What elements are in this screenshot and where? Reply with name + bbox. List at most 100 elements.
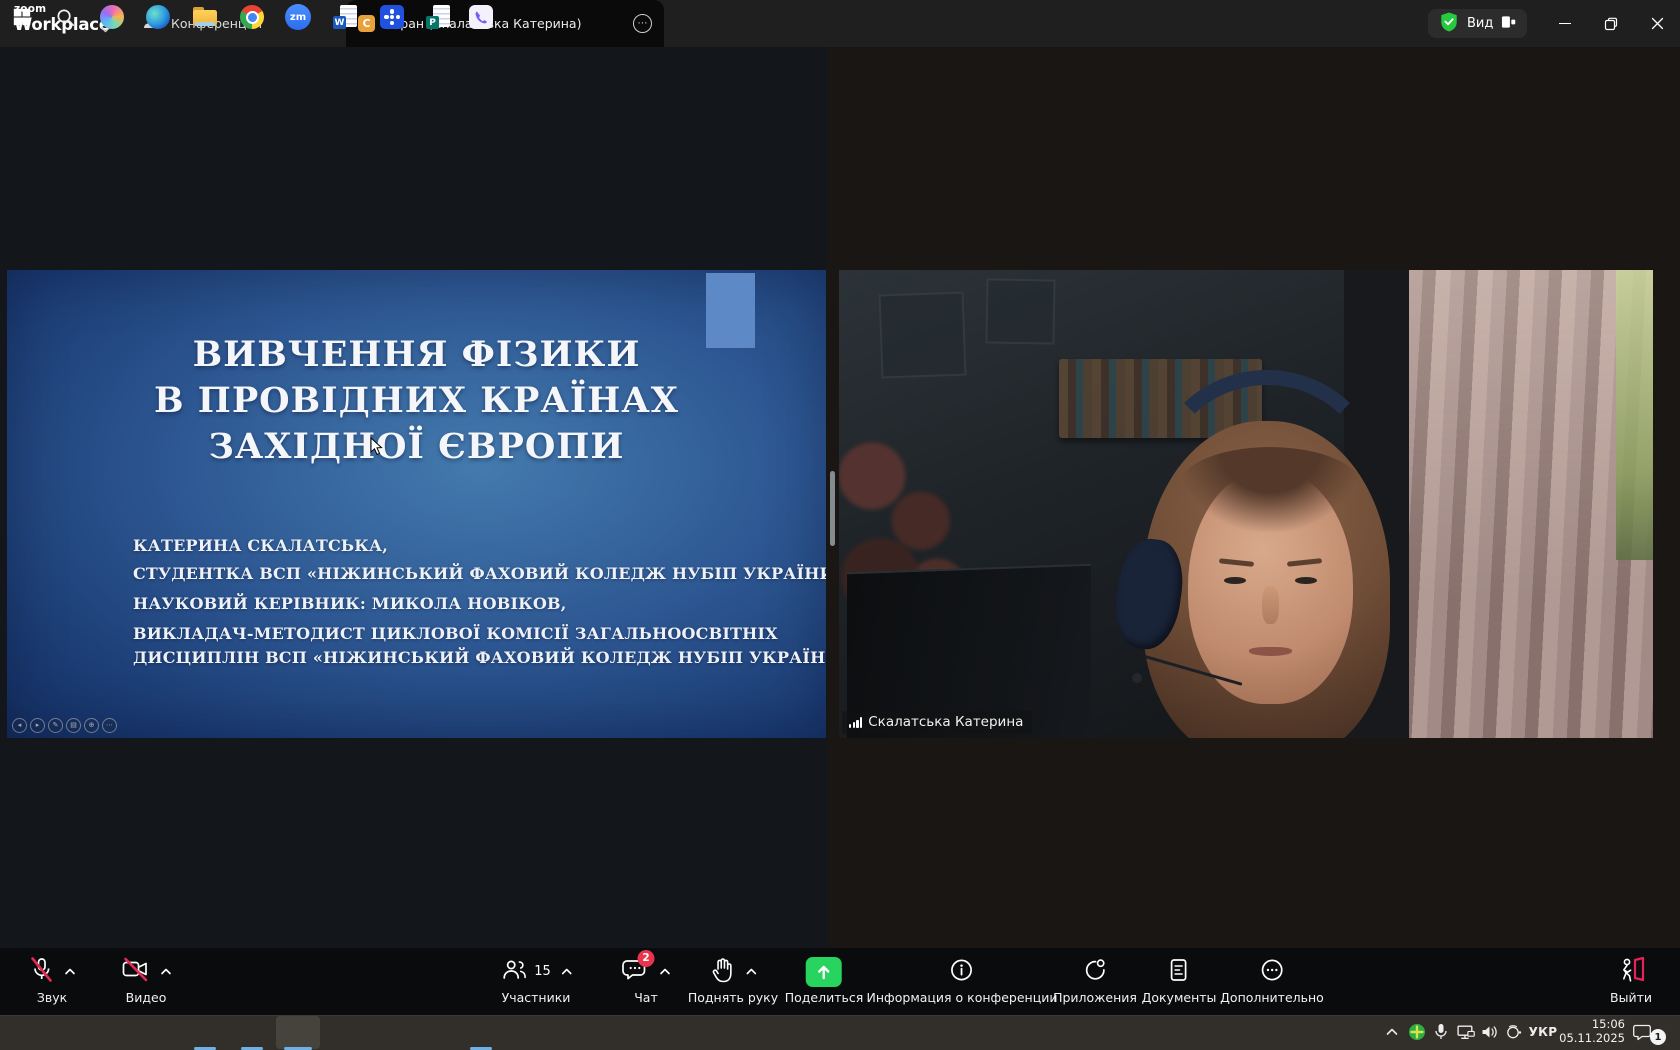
shared-presentation-slide: ВИВЧЕННЯ ФІЗИКИ В ПРОВІДНИХ КРАЇНАХ ЗАХІ… <box>7 270 826 738</box>
participants-options-chevron[interactable] <box>561 968 572 975</box>
windows-logo-icon <box>12 7 32 27</box>
maximize-restore-button[interactable] <box>1588 0 1634 47</box>
raise-hand-button[interactable]: Поднять руку <box>688 956 778 1005</box>
meeting-info-label: Информация о конференции <box>867 990 1058 1005</box>
picture-frame <box>985 279 1055 345</box>
tray-volume[interactable] <box>1481 1015 1499 1049</box>
view-button[interactable]: Вид <box>1428 9 1527 38</box>
close-button[interactable] <box>1634 0 1680 47</box>
raise-hand-label: Поднять руку <box>688 990 778 1005</box>
chat-label: Чат <box>634 990 658 1005</box>
taskbar-file-explorer-app[interactable] <box>183 0 227 34</box>
chat-options-chevron[interactable] <box>660 968 671 975</box>
pen-icon <box>48 718 63 733</box>
zoom-meeting-window: zoom Workplace Конференция C Экран (Скал… <box>0 0 1680 1050</box>
tray-clock[interactable]: 15:06 05.11.2025 <box>1553 1017 1625 1045</box>
signal-bars-icon <box>849 717 862 728</box>
participant-name-label: Скалатська Катерина <box>842 711 1032 734</box>
share-screen-button[interactable]: Поделиться <box>785 956 864 1005</box>
antivirus-icon <box>1408 1023 1426 1041</box>
taskbar-copilot-app[interactable] <box>90 0 134 34</box>
info-icon <box>949 957 975 987</box>
viber-icon <box>469 5 493 29</box>
prev-slide-icon <box>12 718 27 733</box>
tray-notification-center[interactable] <box>1633 1015 1652 1049</box>
active-app-highlight <box>276 1016 320 1049</box>
network-display-icon <box>1457 1024 1476 1041</box>
taskbar-edge-app[interactable] <box>136 0 180 34</box>
tray-date: 05.11.2025 <box>1553 1031 1625 1045</box>
meeting-info-button[interactable]: Информация о конференции <box>867 956 1058 1005</box>
tray-show-hidden-icons[interactable] <box>1386 1015 1398 1049</box>
document-icon <box>1167 957 1191 987</box>
taskbar-zoom-app[interactable]: zm <box>276 0 320 34</box>
documents-button[interactable]: Документы <box>1142 956 1217 1005</box>
slide-title-line-2: В ПРОВІДНИХ КРАЇНАХ <box>7 378 826 424</box>
publisher-icon: P <box>426 5 450 29</box>
pane-divider-handle[interactable] <box>830 471 835 546</box>
slide-author-line-5: ДИСЦИПЛІН ВСП «НІЖИНСЬКИЙ ФАХОВИЙ КОЛЕДЖ… <box>133 648 826 667</box>
participants-count: 15 <box>534 964 551 979</box>
slideshow-annotation-toolbar <box>12 718 117 733</box>
taskbar-viber-app[interactable] <box>459 0 503 34</box>
dots-app-icon <box>380 5 404 29</box>
video-button[interactable]: Видео <box>121 956 172 1005</box>
tray-network[interactable] <box>1457 1015 1476 1049</box>
screencast-icon <box>1505 1024 1523 1040</box>
leave-door-icon <box>1616 956 1646 987</box>
eye <box>1295 577 1316 584</box>
more-options-button[interactable]: Дополнительно <box>1220 956 1324 1005</box>
leave-meeting-label: Выйти <box>1610 990 1652 1005</box>
tray-antivirus[interactable] <box>1408 1015 1426 1049</box>
taskbar-chrome-app[interactable] <box>230 0 274 34</box>
share-screen-label: Поделиться <box>785 990 864 1005</box>
video-options-chevron[interactable] <box>161 968 172 975</box>
speaker-icon <box>1481 1024 1499 1040</box>
audio-label: Звук <box>37 990 67 1005</box>
chat-icon: 2 <box>622 957 650 987</box>
raise-hand-options-chevron[interactable] <box>745 968 756 975</box>
eyebrow <box>1219 558 1254 567</box>
mouth <box>1249 647 1292 656</box>
slide-title-line-1: ВИВЧЕННЯ ФІЗИКИ <box>7 332 826 378</box>
raise-hand-icon <box>709 956 735 988</box>
picture-frame <box>878 292 966 378</box>
leave-meeting-button[interactable]: Выйти <box>1610 956 1652 1005</box>
share-screen-icon <box>806 957 842 987</box>
tray-microphone[interactable] <box>1434 1015 1448 1049</box>
windows-taskbar <box>0 1015 1680 1050</box>
apps-icon <box>1082 957 1108 987</box>
camera-off-icon <box>121 956 151 987</box>
magnifier-icon <box>84 718 99 733</box>
nose <box>1262 586 1278 624</box>
taskbar-search-button[interactable] <box>43 0 87 34</box>
start-button[interactable] <box>0 0 44 34</box>
taskbar-publisher-app[interactable]: P <box>416 0 460 34</box>
slide-author-line-4: ВИКЛАДАЧ-МЕТОДИСТ ЦИКЛОВОЇ КОМІСІЇ ЗАГАЛ… <box>133 624 778 643</box>
slide-author-line-3: НАУКОВИЙ КЕРІВНИК: МИКОЛА НОВІКОВ, <box>133 594 567 613</box>
grid-icon <box>66 718 81 733</box>
minimize-button[interactable] <box>1542 0 1588 47</box>
audio-options-chevron[interactable] <box>65 968 76 975</box>
taskbar-dots-app[interactable] <box>370 0 414 34</box>
next-slide-icon <box>30 718 45 733</box>
tray-screencast[interactable] <box>1505 1015 1523 1049</box>
notification-icon <box>1633 1023 1652 1041</box>
taskbar-word-app[interactable]: W <box>323 0 367 34</box>
security-shield-icon[interactable] <box>1439 11 1459 37</box>
chrome-icon <box>240 5 264 29</box>
participants-icon <box>500 957 528 987</box>
eyebrow <box>1287 558 1322 567</box>
chat-button[interactable]: 2 Чат <box>622 956 671 1005</box>
audio-button[interactable]: Звук <box>29 956 76 1005</box>
view-button-label: Вид <box>1467 16 1493 31</box>
mouse-cursor <box>370 437 383 460</box>
tray-time: 15:06 <box>1553 1017 1625 1031</box>
participant-video-tile: Скалатська Катерина <box>839 270 1653 738</box>
eye <box>1224 577 1245 584</box>
participants-button[interactable]: 15 Участники <box>500 956 572 1005</box>
participant-person <box>1083 354 1457 738</box>
apps-button[interactable]: Приложения <box>1053 956 1137 1005</box>
search-icon <box>55 7 76 28</box>
tab-options-icon[interactable]: ⋯ <box>633 14 652 33</box>
